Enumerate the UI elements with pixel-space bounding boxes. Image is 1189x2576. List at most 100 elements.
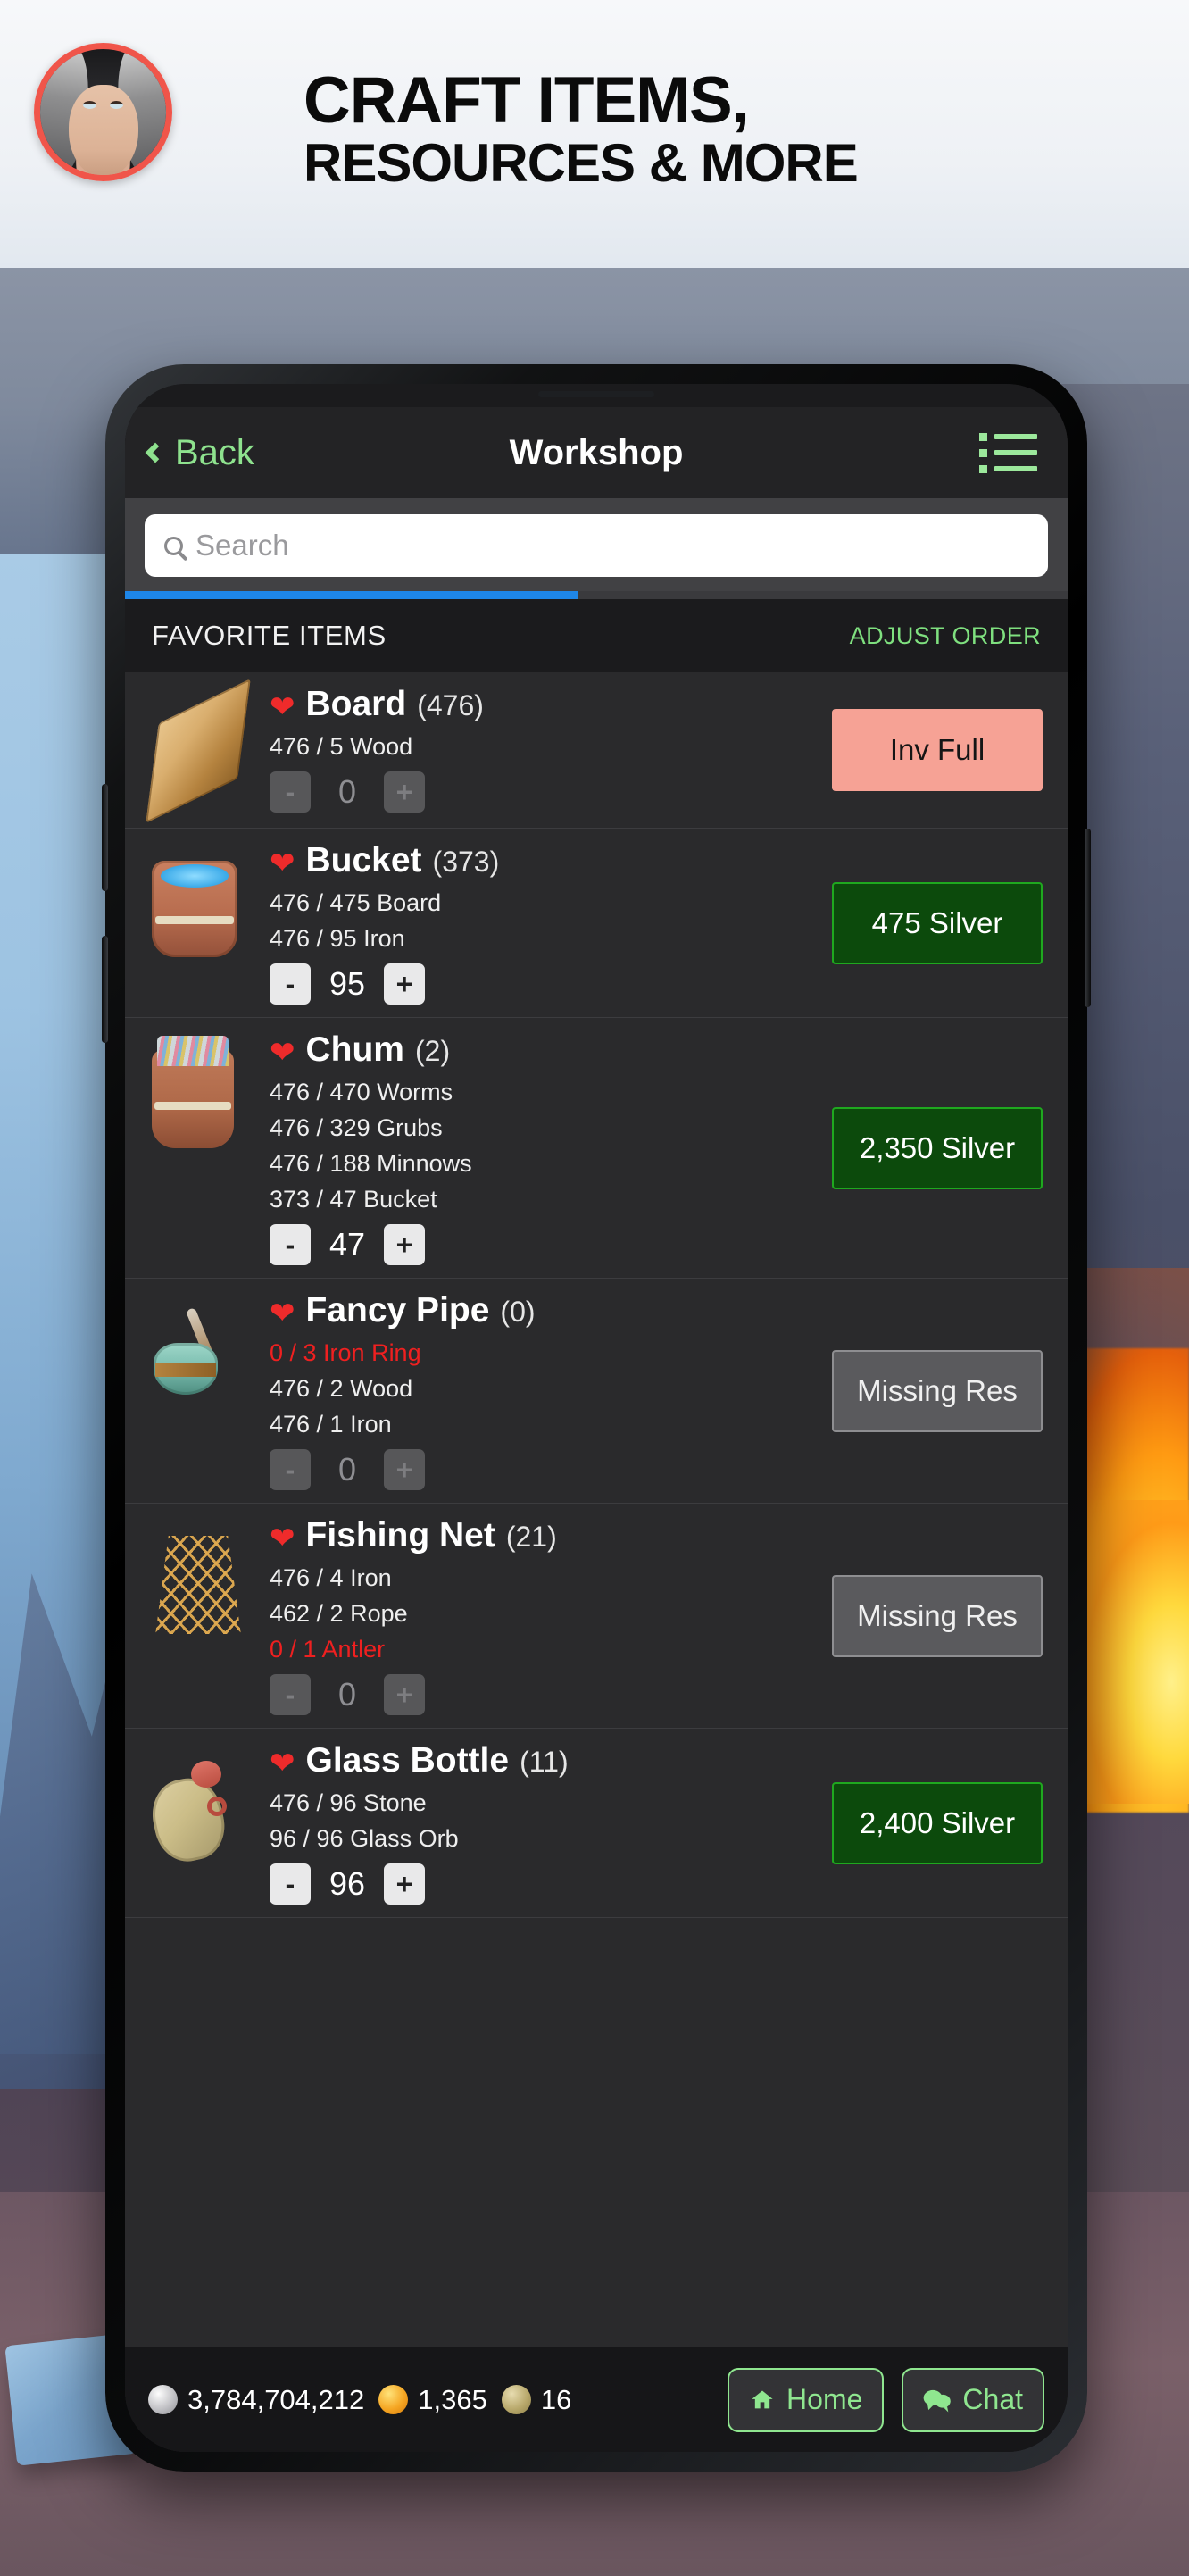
stepper-decrement-button[interactable]: -	[270, 1863, 311, 1905]
quantity-stepper[interactable]: - 96 +	[270, 1863, 821, 1905]
item-details: ❤ Fishing Net (21) 476 / 4 Iron 462 / 2 R…	[262, 1516, 821, 1715]
stepper-decrement-button[interactable]: -	[270, 1449, 311, 1490]
currency-bronze: 16	[501, 2383, 572, 2416]
craft-action-button[interactable]: 2,400 Silver	[832, 1781, 1043, 1864]
bronze-amount: 16	[540, 2383, 572, 2415]
heart-icon[interactable]: ❤	[270, 1523, 295, 1554]
item-sprite	[146, 1530, 262, 1646]
gold-amount: 1,365	[418, 2383, 487, 2415]
item-row[interactable]: ❤ Bucket (373) 476 / 475 Board 476 / 95 I…	[125, 829, 1068, 1018]
item-name: Bucket	[305, 841, 422, 880]
quantity-stepper[interactable]: - 0 +	[270, 771, 821, 813]
item-requirement: 476 / 4 Iron	[270, 1564, 392, 1591]
silver-coin-icon	[148, 2385, 178, 2414]
item-requirement: 476 / 475 Board	[270, 889, 442, 916]
home-icon	[752, 2390, 773, 2408]
background-fire-core	[1073, 1500, 1189, 1804]
quantity-stepper[interactable]: - 47 +	[270, 1224, 821, 1265]
item-requirement: 476 / 329 Grubs	[270, 1114, 443, 1141]
stepper-increment-button[interactable]: +	[384, 1224, 425, 1265]
stepper-increment-button[interactable]: +	[384, 1674, 425, 1715]
item-row[interactable]: ❤ Board (476) 476 / 5 Wood - 0 + Inv Ful…	[125, 672, 1068, 829]
heart-icon[interactable]: ❤	[270, 1748, 295, 1779]
quantity-stepper[interactable]: - 0 +	[270, 1449, 821, 1490]
item-list[interactable]: ❤ Board (476) 476 / 5 Wood - 0 + Inv Ful…	[125, 672, 1068, 2347]
item-title: ❤ Chum (2)	[270, 1030, 821, 1070]
stepper-increment-button[interactable]: +	[384, 771, 425, 813]
item-details: ❤ Board (476) 476 / 5 Wood - 0 +	[262, 685, 821, 813]
heart-icon[interactable]: ❤	[270, 848, 295, 879]
phone-screen: Back Workshop Search FAVORITE ITEMS ADJU…	[125, 384, 1068, 2452]
item-sprite	[146, 1305, 262, 1421]
adjust-order-button[interactable]: ADJUST ORDER	[850, 622, 1041, 650]
stepper-value: 95	[328, 965, 366, 1002]
item-name: Fishing Net	[305, 1516, 495, 1555]
stepper-decrement-button[interactable]: -	[270, 1674, 311, 1715]
item-title: ❤ Glass Bottle (11)	[270, 1741, 821, 1780]
item-requirement: 0 / 3 Iron Ring	[270, 1339, 421, 1366]
heart-icon[interactable]: ❤	[270, 1038, 295, 1068]
item-details: ❤ Glass Bottle (11) 476 / 96 Stone 96 / 9…	[262, 1741, 821, 1905]
item-row[interactable]: ❤ Chum (2) 476 / 470 Worms 476 / 329 Grub…	[125, 1018, 1068, 1279]
item-sprite	[146, 679, 262, 823]
item-action: 475 Silver	[832, 881, 1043, 964]
stepper-increment-button[interactable]: +	[384, 1449, 425, 1490]
item-action: 2,400 Silver	[832, 1781, 1043, 1864]
phone-frame: Back Workshop Search FAVORITE ITEMS ADJU…	[102, 364, 1091, 2472]
currency-silver: 3,784,704,212	[148, 2384, 364, 2416]
search-input[interactable]: Search	[145, 514, 1048, 577]
stepper-decrement-button[interactable]: -	[270, 963, 311, 1005]
craft-action-button[interactable]: Inv Full	[832, 709, 1043, 791]
stepper-decrement-button[interactable]: -	[270, 771, 311, 813]
quantity-stepper[interactable]: - 95 +	[270, 963, 821, 1005]
item-requirement: 476 / 188 Minnows	[270, 1150, 472, 1177]
craft-action-button[interactable]: Missing Res	[832, 1349, 1043, 1432]
item-requirement: 462 / 2 Rope	[270, 1600, 408, 1627]
item-name: Board	[305, 685, 407, 723]
search-icon	[164, 536, 183, 555]
item-requirement: 476 / 5 Wood	[270, 733, 413, 760]
item-requirement: 373 / 47 Bucket	[270, 1186, 437, 1213]
item-title: ❤ Fancy Pipe (0)	[270, 1291, 821, 1330]
section-title: FAVORITE ITEMS	[152, 620, 387, 651]
bronze-coin-icon	[501, 2385, 531, 2414]
heart-icon[interactable]: ❤	[270, 1298, 295, 1329]
stepper-value: 0	[337, 773, 357, 810]
home-button[interactable]: Home	[728, 2367, 885, 2432]
item-details: ❤ Bucket (373) 476 / 475 Board 476 / 95 I…	[262, 841, 821, 1005]
stepper-value: 0	[337, 1451, 357, 1488]
phone-power-button[interactable]	[1085, 829, 1091, 1007]
back-button[interactable]: Back	[145, 433, 254, 473]
phone-volume-down-button[interactable]	[102, 936, 108, 1043]
search-placeholder: Search	[195, 529, 289, 562]
item-requirement: 96 / 96 Glass Orb	[270, 1825, 459, 1852]
stepper-decrement-button[interactable]: -	[270, 1224, 311, 1265]
item-action: Missing Res	[832, 1574, 1043, 1657]
list-icon-row	[979, 432, 1037, 441]
chat-bubble-icon	[924, 2389, 952, 2413]
stepper-increment-button[interactable]: +	[384, 963, 425, 1005]
phone-volume-up-button[interactable]	[102, 784, 108, 891]
chevron-left-icon	[145, 442, 166, 463]
item-details: ❤ Fancy Pipe (0) 0 / 3 Iron Ring 476 / 2 …	[262, 1291, 821, 1490]
craft-action-button[interactable]: Missing Res	[832, 1574, 1043, 1657]
item-requirement: 476 / 96 Stone	[270, 1789, 427, 1816]
item-count: (373)	[432, 846, 500, 878]
item-row[interactable]: ❤ Fancy Pipe (0) 0 / 3 Iron Ring 476 / 2 …	[125, 1279, 1068, 1504]
item-title: ❤ Board (476)	[270, 685, 821, 724]
craft-action-button[interactable]: 475 Silver	[832, 881, 1043, 964]
avatar-eye-right	[110, 101, 123, 109]
list-icon[interactable]	[972, 426, 1044, 480]
item-title: ❤ Bucket (373)	[270, 841, 821, 880]
stepper-increment-button[interactable]: +	[384, 1863, 425, 1905]
headline-line-1: CRAFT ITEMS,	[303, 64, 750, 137]
item-title: ❤ Fishing Net (21)	[270, 1516, 821, 1555]
item-row[interactable]: ❤ Glass Bottle (11) 476 / 96 Stone 96 / 9…	[125, 1729, 1068, 1918]
heart-icon[interactable]: ❤	[270, 692, 295, 722]
item-row[interactable]: ❤ Fishing Net (21) 476 / 4 Iron 462 / 2 R…	[125, 1504, 1068, 1729]
craft-action-button[interactable]: 2,350 Silver	[832, 1106, 1043, 1189]
phone-speaker	[538, 391, 654, 397]
quantity-stepper[interactable]: - 0 +	[270, 1674, 821, 1715]
chat-button[interactable]: Chat	[902, 2367, 1044, 2432]
app-root: Back Workshop Search FAVORITE ITEMS ADJU…	[125, 384, 1068, 2452]
